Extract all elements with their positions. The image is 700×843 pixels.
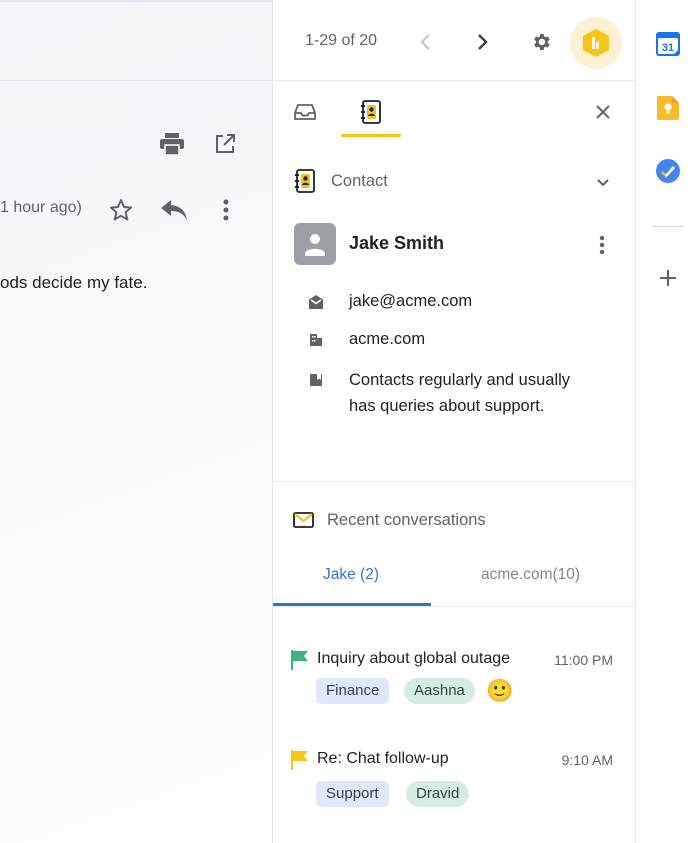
keep-icon[interactable] [655,95,681,121]
panel-header-divider [273,80,637,81]
flag-icon [291,750,308,770]
conversation-subject[interactable]: Re: Chat follow-up [317,750,449,768]
contact-book-icon[interactable] [357,98,385,126]
contact-email[interactable]: jake@acme.com [349,289,472,314]
contact-name: Jake Smith [349,233,445,253]
pagination-count: 1-29 of 20 [305,32,378,49]
conversation-time: 11:00 PM [554,652,613,668]
conv-tabs-divider [273,606,637,607]
active-tab-indicator [341,134,401,137]
tab-jake[interactable]: Jake (2) [323,566,379,584]
email-body-text: ods decide my fate. [0,273,148,292]
calendar-icon[interactable]: 31 [655,31,681,57]
tag-support[interactable]: Support [316,781,389,807]
addon-logo-button[interactable] [570,17,622,69]
rail-divider [652,226,684,227]
chevron-left-icon[interactable] [413,30,437,54]
tag-dravid[interactable]: Dravid [406,781,470,807]
section-divider [273,481,637,482]
more-vertical-icon[interactable] [214,196,238,224]
contact-company: acme.com [349,330,426,348]
contact-section-icon [292,168,318,194]
tasks-icon[interactable] [655,158,681,184]
tab-acme[interactable]: acme.com(10) [481,566,580,584]
contact-side-panel: 1-29 of 20 Contact Jake Smith jake@acme.… [272,0,637,843]
contact-more-vertical-icon[interactable] [591,232,613,258]
contact-section-title: Contact [331,172,388,190]
print-icon[interactable] [158,130,186,158]
email-view: 1 hour ago) ods decide my fate. [0,0,272,843]
inbox-icon[interactable] [292,100,318,124]
gear-icon[interactable] [528,29,554,55]
conversation-time: 9:10 AM [561,752,613,768]
toolbar-divider [0,80,272,81]
open-in-new-icon[interactable] [212,131,238,157]
conversation-subject[interactable]: Inquiry about global outage [317,650,510,668]
contact-note-line2: has queries about support. [349,397,545,415]
avatar [294,223,336,265]
chevron-down-icon[interactable] [591,172,615,194]
note-icon [310,374,322,386]
calendar-day: 31 [662,42,674,54]
contact-note-line1: Contacts regularly and usually [349,371,571,389]
add-addon-icon[interactable] [656,266,680,290]
app-rail: 31 [636,0,700,843]
building-icon [310,334,322,346]
email-time-ago: 1 hour ago) [0,199,82,216]
tag-aashna[interactable]: Aashna [404,678,475,704]
chevron-right-icon[interactable] [471,30,495,54]
smiley-emoji-icon: 🙂 [486,678,514,703]
star-icon[interactable] [107,196,135,224]
reply-icon[interactable] [159,196,189,224]
close-icon[interactable] [591,100,615,124]
recent-conversations-title: Recent conversations [327,511,486,529]
flag-icon [291,650,308,670]
tag-finance[interactable]: Finance [316,678,390,704]
email-icon [309,295,323,309]
envelope-icon [293,512,314,528]
